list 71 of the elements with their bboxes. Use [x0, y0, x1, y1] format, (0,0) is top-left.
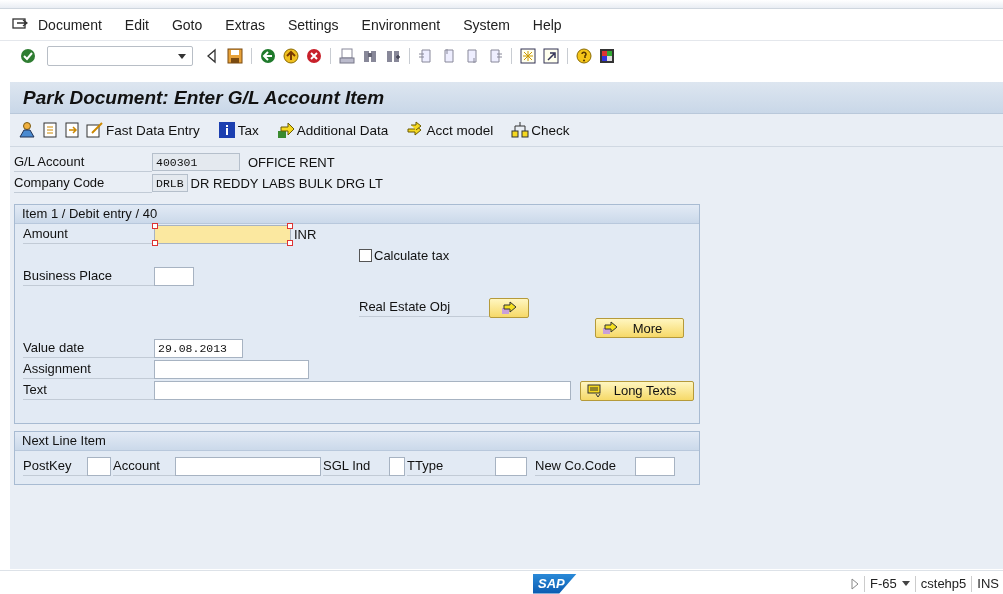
input-field[interactable]	[175, 456, 321, 476]
group-title: Next Line Item	[15, 432, 699, 451]
server-name: cstehp5	[920, 576, 967, 591]
document-icon[interactable]	[42, 121, 58, 139]
toolbar-button[interactable]: Acct model	[406, 121, 494, 139]
page-icon[interactable]	[441, 48, 457, 64]
arrow-right-icon	[602, 321, 618, 335]
input-field[interactable]	[87, 456, 111, 476]
group-title: Item 1 / Debit entry / 40	[15, 205, 699, 224]
back-icon[interactable]	[260, 48, 276, 64]
readonly-field: 400301	[152, 153, 240, 171]
page-icon[interactable]	[487, 48, 503, 64]
dropdown-icon[interactable]	[178, 53, 186, 59]
menu-item[interactable]: Edit	[124, 16, 149, 33]
transaction-code[interactable]: F-65	[870, 576, 897, 591]
sap-logo: SAP	[533, 573, 577, 594]
document-icon[interactable]	[64, 121, 80, 139]
help-icon[interactable]	[576, 48, 592, 64]
readonly-field: DRLB	[152, 174, 188, 192]
binoculars-icon[interactable]	[385, 48, 401, 64]
input-field[interactable]	[154, 381, 571, 400]
menu-item[interactable]: Goto	[171, 16, 203, 33]
insert-mode: INS	[977, 576, 999, 591]
comment-icon	[587, 383, 603, 398]
toolbar-button[interactable]: Tax	[217, 121, 259, 139]
page-icon[interactable]	[418, 48, 434, 64]
menu-icon[interactable]	[12, 17, 28, 32]
menu-item[interactable]: Settings	[288, 16, 339, 33]
menu-item[interactable]: Document	[38, 16, 102, 33]
person-icon[interactable]	[18, 121, 36, 139]
input-field[interactable]	[389, 456, 405, 476]
cancel-icon[interactable]	[306, 48, 322, 64]
page-icon[interactable]	[464, 48, 480, 64]
print-icon[interactable]	[339, 48, 355, 64]
arrow-button[interactable]	[489, 297, 529, 318]
date-field[interactable]: 29.08.2013	[154, 339, 243, 358]
amount-field[interactable]	[154, 225, 291, 244]
hierarchy-icon	[511, 121, 530, 139]
more-button[interactable]: More	[595, 318, 684, 338]
info-icon	[217, 121, 236, 139]
arrow-right-icon	[276, 121, 295, 139]
expand-icon[interactable]	[851, 577, 860, 590]
checkbox-label[interactable]: Calculate tax	[374, 248, 450, 263]
command-field[interactable]	[47, 46, 193, 66]
shortcut-icon[interactable]	[543, 48, 559, 64]
input-field[interactable]	[154, 267, 194, 286]
save-icon[interactable]	[227, 48, 243, 64]
menu-item[interactable]: Environment	[361, 16, 441, 33]
layout-icon[interactable]	[599, 48, 615, 64]
enter-icon[interactable]	[20, 48, 36, 64]
input-field[interactable]	[635, 456, 675, 476]
input-field[interactable]	[154, 360, 309, 379]
menu-item[interactable]: Extras	[225, 16, 265, 33]
menu-item[interactable]: System	[463, 16, 510, 33]
toolbar-button[interactable]: Additional Data	[276, 121, 389, 139]
edit-icon	[86, 121, 104, 139]
long-texts-button[interactable]: Long Texts	[580, 380, 694, 401]
new-window-icon[interactable]	[520, 48, 536, 64]
currency-text: INR	[294, 227, 317, 242]
exit-icon[interactable]	[283, 48, 299, 64]
binoculars-icon[interactable]	[362, 48, 378, 64]
arrow-right-icon	[501, 300, 517, 315]
dropdown-icon[interactable]	[901, 581, 910, 586]
menu-item[interactable]: Help	[532, 16, 562, 33]
field-description: OFFICE RENT	[248, 154, 335, 170]
checkbox[interactable]	[359, 249, 372, 262]
screen-title: Park Document: Enter G/L Account Item	[23, 86, 385, 109]
input-field[interactable]	[495, 456, 527, 476]
toolbar-button[interactable]: Check	[511, 121, 570, 139]
field-description: DR REDDY LABS BULK DRG LT	[190, 175, 383, 191]
toolbar-button[interactable]: Fast Data Entry	[86, 121, 200, 139]
